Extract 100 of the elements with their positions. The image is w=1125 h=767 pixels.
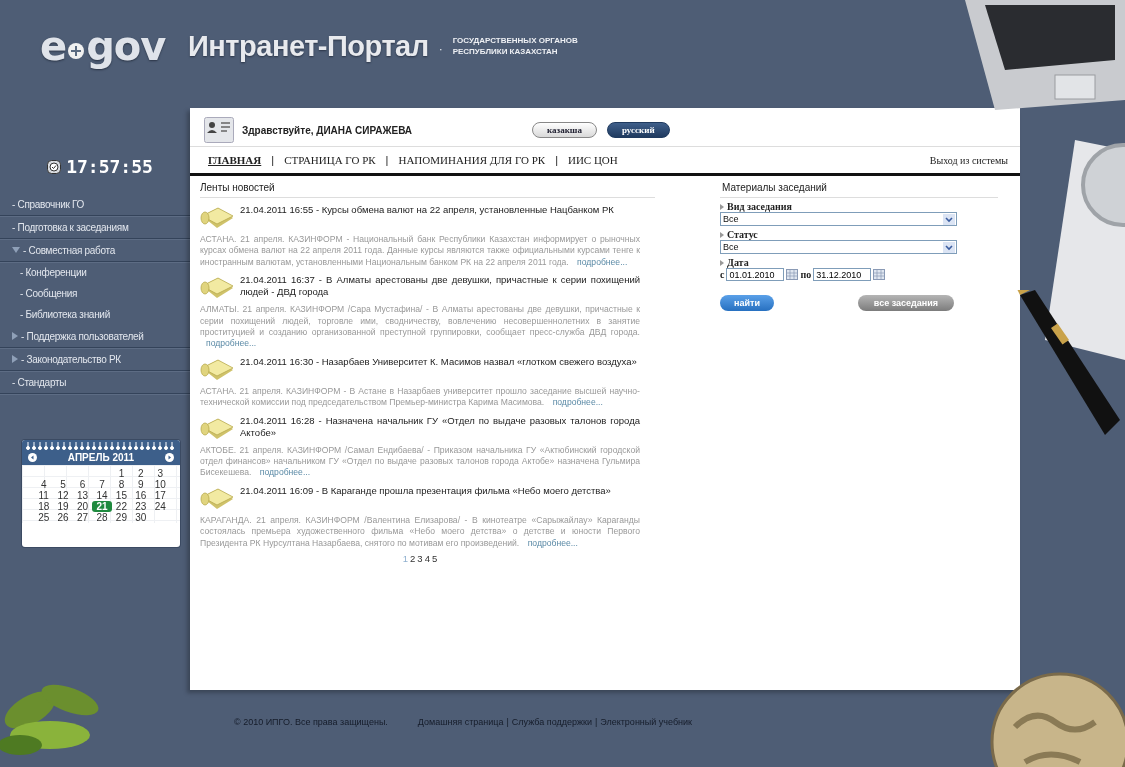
- calendar-day[interactable]: 18: [34, 501, 54, 512]
- calendar-day[interactable]: 15: [111, 490, 132, 501]
- scroll-icon: [200, 276, 234, 301]
- tab-separator: |: [385, 154, 389, 166]
- calendar-day[interactable]: 4: [34, 479, 54, 490]
- more-link[interactable]: подробнее...: [206, 338, 257, 349]
- calendar-day[interactable]: 3: [150, 468, 170, 479]
- calendar-day[interactable]: 10: [150, 479, 170, 490]
- sidebar-item[interactable]: - Законодательство РК: [21, 353, 121, 365]
- page-link[interactable]: 2: [410, 553, 416, 565]
- calendar-day[interactable]: 11: [34, 490, 54, 501]
- page-link[interactable]: 3: [417, 553, 423, 565]
- calendar-day[interactable]: 5: [53, 479, 73, 490]
- more-link[interactable]: подробнее...: [552, 397, 603, 408]
- link-separator: |: [594, 717, 598, 727]
- calendar-day[interactable]: 14: [92, 490, 112, 501]
- bullet-triangle-icon: [720, 203, 724, 210]
- calendar-day[interactable]: 27: [72, 512, 93, 523]
- calendar-day[interactable]: 30: [131, 512, 151, 523]
- calendar-day[interactable]: 12: [53, 490, 73, 501]
- sidebar-item[interactable]: - Справочник ГО: [12, 198, 84, 210]
- dropdown-arrow-icon: [943, 213, 955, 225]
- calendar-day[interactable]: 8: [111, 479, 132, 490]
- news-summary: АКТОБЕ. 21 апреля. КАЗИНФОРМ /Самал Ендибаева/ - Приказом начальника ГУ «Актюбинский городской отдел финансов» начальником ГУ «Отдел по выдаче разовых талонов города Актобе» назначена Гульмира Бисекешева. подробнее...: [200, 444, 640, 479]
- more-link[interactable]: подробнее...: [527, 537, 578, 548]
- calendar-day[interactable]: 29: [111, 512, 132, 523]
- bullet-triangle-icon: [720, 259, 724, 266]
- title-separator: ·: [438, 42, 443, 56]
- sidebar-item[interactable]: - Стандарты: [12, 376, 67, 388]
- portal-subtitle: ГОСУДАРСТВЕННЫХ ОРГАНОВ РЕСПУБЛИКИ КАЗАХСТАН: [452, 35, 578, 57]
- select-dropdown[interactable]: Все: [720, 240, 957, 254]
- calendar-day[interactable]: 6: [72, 479, 93, 490]
- sidebar-subitem[interactable]: - Конференции: [20, 267, 87, 278]
- calendar-day[interactable]: 1: [111, 468, 132, 479]
- calendar-day[interactable]: 25: [34, 512, 54, 523]
- calendar-icon[interactable]: [786, 269, 799, 280]
- news-headline[interactable]: 21.04.2011 16:30 - Назарбаев Университет К. Масимов назвал «глотком свежего воздуха»: [240, 355, 637, 368]
- tab-separator: |: [555, 154, 558, 166]
- calendar-day[interactable]: 24: [150, 501, 170, 512]
- calendar-day[interactable]: 26: [53, 512, 73, 523]
- calendar-day[interactable]: 22: [111, 501, 132, 512]
- select-dropdown[interactable]: Все: [720, 212, 957, 226]
- sidebar-subitem[interactable]: - Сообщения: [20, 288, 78, 299]
- calendar-day[interactable]: 17: [150, 490, 170, 501]
- language-button[interactable]: казакша: [532, 122, 597, 138]
- filter-label: Вид заседания: [727, 201, 792, 212]
- nav-tab[interactable]: ИИС ЦОН: [568, 154, 618, 166]
- page-link[interactable]: 4: [424, 553, 430, 565]
- date-to-label: по: [800, 269, 812, 280]
- filter-label: Дата: [727, 257, 749, 268]
- news-headline[interactable]: 21.04.2011 16:09 - В Караганде прошла презентация фильма «Небо моего детства»: [240, 484, 611, 497]
- date-from-label: с: [720, 269, 725, 280]
- sidebar-item[interactable]: - Подготовка к заседаниям: [12, 221, 129, 233]
- greeting-text: Здравствуйте, ДИАНА СИРАЖЕВА: [242, 124, 414, 136]
- sidebar-item[interactable]: - Поддержка пользователей: [21, 330, 144, 342]
- selected-day[interactable]: 21: [92, 501, 112, 512]
- page-link[interactable]: 5: [431, 553, 438, 565]
- search-button[interactable]: найти: [720, 295, 774, 311]
- copyright-text: © 2010 ИПГО. Все права защищены.: [234, 717, 388, 727]
- scroll-icon: [200, 206, 234, 230]
- calendar-day[interactable]: 20: [72, 501, 93, 512]
- calendar-day[interactable]: 16: [131, 490, 151, 501]
- calendar-month: АПРЕЛЬ 2011: [67, 452, 135, 463]
- nav-tab[interactable]: СТРАНИЦА ГО РК: [284, 154, 376, 166]
- scroll-icon: [200, 357, 234, 382]
- more-link[interactable]: подробнее...: [577, 256, 628, 267]
- next-month-icon[interactable]: [165, 453, 174, 462]
- sidebar-subitem[interactable]: - Библиотека знаний: [20, 309, 110, 320]
- dropdown-arrow-icon: [943, 241, 955, 253]
- calendar-icon[interactable]: [873, 269, 886, 280]
- previous-month-icon[interactable]: [28, 453, 37, 462]
- date-to-field[interactable]: 31.12.2010: [813, 268, 872, 281]
- section-title: Ленты новостей: [200, 180, 655, 198]
- calendar-day[interactable]: 2: [131, 468, 151, 479]
- egov-logo[interactable]: e gov: [40, 23, 170, 69]
- calendar-day[interactable]: 23: [131, 501, 151, 512]
- nav-tab[interactable]: ГЛАВНАЯ: [208, 154, 262, 166]
- news-headline[interactable]: 21.04.2011 16:28 - Назначена начальник ГУ «Отдел по выдаче разовых талонов города Актобе»: [240, 414, 640, 439]
- calendar-day[interactable]: 7: [92, 479, 112, 490]
- news-summary: АЛМАТЫ. 21 апреля. КАЗИНФОРМ /Сара Мустафина/ - В Алматы арестованы две девушки, причастные к серии похищений людей, торговле ими, сводничеству, вовлечению несовершеннолетних в занятие проституцией и созданию организованной преступной группировки, сообщает пресс-служба ДВД города. подробнее...: [200, 304, 640, 350]
- more-link[interactable]: подробнее...: [259, 467, 311, 478]
- section-title: Материалы заседаний: [720, 180, 998, 198]
- scroll-icon: [200, 486, 234, 511]
- logout-link[interactable]: Выход из системы: [929, 154, 1008, 166]
- nav-tab[interactable]: НАПОМИНАНИЯ ДЛЯ ГО РК: [398, 154, 546, 166]
- language-button[interactable]: русский: [606, 122, 670, 138]
- calendar-day[interactable]: 9: [131, 479, 151, 490]
- clock-time: 17:57:55: [66, 156, 153, 177]
- news-headline[interactable]: 21.04.2011 16:55 - Курсы обмена валют на 22 апреля, установленные Нацбанком РК: [240, 204, 614, 216]
- date-from-field[interactable]: 01.01.2010: [726, 268, 785, 281]
- news-headline[interactable]: 21.04.2011 16:37 - В Алматы арестованы две девушки, причастные к серии похищений людей - ДВД города: [240, 274, 640, 299]
- sidebar-item[interactable]: - Совместная работа: [23, 244, 115, 256]
- news-summary: АСТАНА. 21 апреля. КАЗИНФОРМ - Национальный банк Республики Казахстан информирует о рыночных курсах обмена валют на 22 апреля 2011 года. Данные курсы являются также официальными курсами тенге к иностранным валютам, установленными Национальным банком РК на 22 апреля 2011 года. подробнее...: [200, 234, 640, 269]
- portal-title: Интранет-Портал: [188, 29, 429, 63]
- calendar-day[interactable]: 28: [92, 512, 112, 523]
- scroll-icon: [200, 416, 234, 441]
- calendar-day[interactable]: 19: [53, 501, 73, 512]
- bullet-triangle-icon: [720, 231, 724, 238]
- tab-separator: |: [271, 154, 275, 166]
- calendar-day[interactable]: 13: [72, 490, 93, 501]
